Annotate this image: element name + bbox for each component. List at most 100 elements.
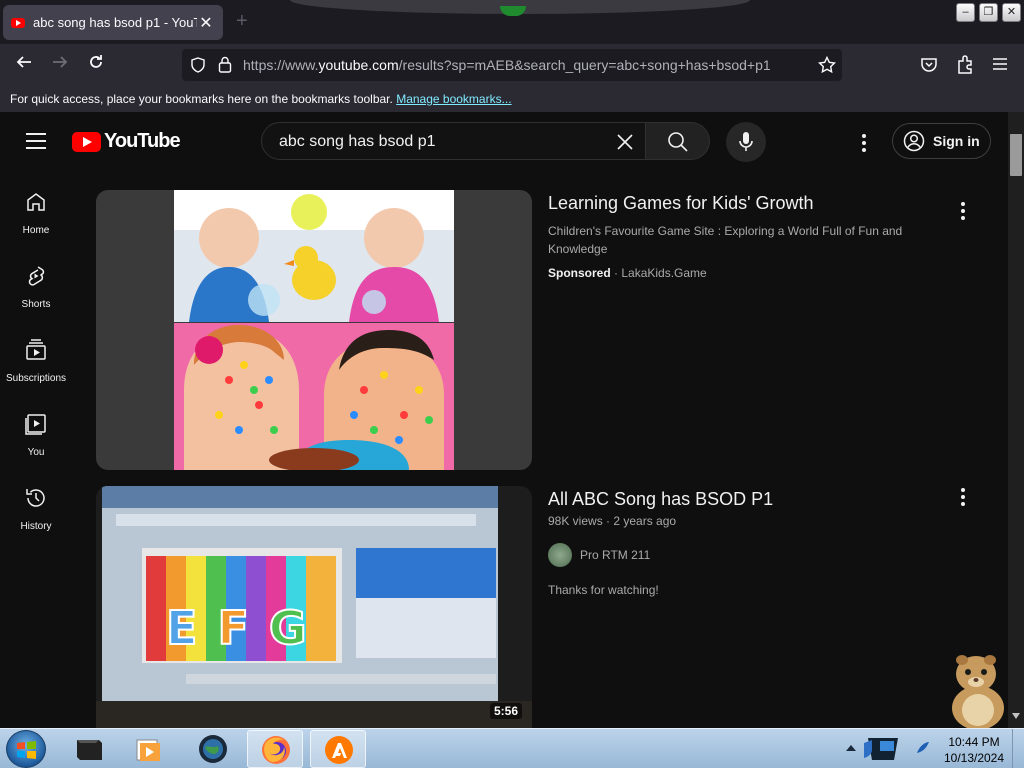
page-scrollbar[interactable] — [1008, 112, 1024, 728]
microphone-icon — [739, 132, 753, 151]
pocket-icon[interactable] — [920, 56, 938, 74]
close-window-button[interactable]: ✕ — [1002, 3, 1021, 22]
clear-search-icon[interactable] — [615, 132, 635, 152]
video-duration-badge: 5:56 — [490, 703, 523, 719]
windows-logo-icon — [17, 741, 36, 759]
sidebar-item-subscriptions[interactable]: Subscriptions — [0, 338, 72, 384]
taskbar: 10:44 PM 10/13/2024 — [0, 728, 1024, 768]
scroll-down-icon[interactable] — [1012, 712, 1020, 720]
youtube-wordmark: YouTube — [104, 130, 181, 152]
taskbar-app-firefox[interactable] — [247, 730, 303, 768]
titlebar-ornament-light — [500, 6, 526, 16]
ad-description: Children's Favourite Game Site : Explori… — [548, 224, 903, 256]
manage-bookmarks-link[interactable]: Manage bookmarks... — [396, 92, 511, 106]
channel-avatar[interactable] — [548, 543, 572, 567]
maximize-window-button[interactable]: ❐ — [979, 3, 998, 22]
sidebar-label: You — [27, 447, 45, 458]
your-channel-icon — [25, 414, 46, 435]
bookmarks-toolbar: For quick access, place your bookmarks h… — [0, 86, 1024, 112]
shield-icon — [191, 57, 205, 73]
show-desktop-button[interactable] — [1012, 729, 1024, 768]
history-icon — [26, 489, 45, 507]
system-tray-security-icon[interactable] — [862, 735, 910, 763]
sponsored-label: Sponsored — [548, 266, 611, 280]
hamster-desktop-pet-image — [952, 655, 1004, 728]
firefox-icon — [262, 736, 290, 764]
home-icon — [27, 193, 45, 211]
show-hidden-icons-icon[interactable] — [846, 744, 856, 752]
url-text[interactable]: https://www.youtube.com/results?sp=mAEB&… — [243, 57, 771, 73]
tab-title: abc song has bsod p1 - YouTube — [33, 15, 197, 30]
taskbar-clock[interactable]: 10:44 PM 10/13/2024 — [938, 734, 1010, 766]
scrollbar-thumb[interactable] — [1010, 134, 1022, 176]
reload-icon — [90, 55, 102, 68]
sidebar-item-home[interactable]: Home — [0, 190, 72, 236]
search-input[interactable]: abc song has bsod p1 — [261, 122, 646, 160]
address-bar[interactable]: https://www.youtube.com/results?sp=mAEB&… — [182, 49, 842, 81]
reload-button[interactable] — [84, 53, 108, 77]
avast-icon — [325, 736, 353, 764]
sign-in-label: Sign in — [933, 133, 980, 149]
ad-more-actions-icon[interactable] — [961, 202, 965, 223]
video-thumbnail-image — [96, 486, 532, 728]
youtube-logo[interactable]: YouTube — [72, 130, 181, 153]
search-query-text: abc song has bsod p1 — [279, 133, 436, 150]
new-tab-button[interactable]: + — [236, 10, 248, 33]
taskbar-app-media-player[interactable] — [120, 730, 176, 768]
thumbnail-letters: E F G — [165, 600, 308, 656]
search-icon — [668, 132, 688, 152]
screen: abc song has bsod p1 - YouTube ✕ + – ❐ ✕… — [0, 0, 1024, 768]
browser-tab-strip: abc song has bsod p1 - YouTube ✕ + – ❐ ✕ — [0, 0, 1024, 44]
ad-sponsor-line: Sponsored · LakaKids.Game — [548, 266, 707, 280]
bookmarks-hint: For quick access, place your bookmarks h… — [10, 92, 393, 106]
video-more-actions-icon[interactable] — [961, 488, 965, 509]
terminal-app-icon — [77, 740, 102, 760]
channel-name[interactable]: Pro RTM 211 — [580, 548, 650, 562]
thumb-letter: G — [268, 600, 308, 656]
sidebar-label: History — [20, 521, 52, 532]
ad-thumbnail[interactable] — [96, 190, 532, 470]
minimize-window-button[interactable]: – — [956, 3, 975, 22]
voice-search-button[interactable] — [726, 122, 766, 162]
browser-tab-active[interactable]: abc song has bsod p1 - YouTube ✕ — [3, 5, 223, 40]
account-icon — [903, 130, 925, 152]
media-player-icon — [136, 739, 160, 761]
menu-icon[interactable] — [992, 57, 1008, 71]
settings-more-icon[interactable] — [862, 134, 866, 155]
thumb-letter: F — [216, 600, 249, 656]
guide-menu-icon[interactable] — [26, 133, 46, 149]
youtube-favicon-icon — [11, 17, 25, 28]
start-button[interactable] — [6, 730, 46, 768]
video-title[interactable]: All ABC Song has BSOD P1 — [548, 489, 773, 510]
taskbar-app-avast[interactable] — [310, 730, 366, 768]
advertiser-name[interactable]: · LakaKids.Game — [614, 266, 707, 280]
ad-title[interactable]: Learning Games for Kids' Growth — [548, 193, 814, 214]
youtube-header: YouTube abc song has bsod p1 Sign in — [0, 112, 1008, 170]
sign-in-button[interactable]: Sign in — [892, 123, 991, 159]
thumb-letter: E — [165, 600, 198, 656]
url-domain: youtube.com — [318, 57, 399, 73]
youtube-page: YouTube abc song has bsod p1 Sign in Hom… — [0, 112, 1008, 728]
back-button[interactable] — [12, 53, 36, 77]
search-button[interactable] — [646, 122, 710, 160]
taskbar-app-terminal[interactable] — [60, 730, 116, 768]
arrow-left-icon — [16, 56, 31, 68]
forward-button[interactable] — [48, 53, 72, 77]
video-thumbnail[interactable]: E F G — [96, 486, 532, 728]
ad-thumbnail-image — [174, 190, 454, 470]
url-path: /results?sp=mAEB&search_query=abc+song+h… — [398, 57, 771, 73]
sidebar-item-history[interactable]: History — [0, 486, 72, 532]
video-metadata: 98K views · 2 years ago — [548, 514, 677, 528]
network-icon[interactable] — [914, 739, 932, 757]
close-tab-icon[interactable]: ✕ — [197, 13, 215, 33]
sidebar-label: Shorts — [21, 299, 51, 310]
channel-link[interactable]: Pro RTM 211 — [548, 543, 650, 567]
sidebar-item-shorts[interactable]: Shorts — [0, 264, 72, 310]
bookmark-star-icon[interactable] — [818, 56, 836, 74]
sidebar-item-you[interactable]: You — [0, 412, 72, 458]
sidebar-label: Home — [22, 225, 50, 236]
extensions-icon[interactable] — [956, 55, 974, 75]
shorts-icon — [28, 266, 45, 286]
clock-time: 10:44 PM — [948, 735, 1000, 749]
taskbar-app-globe[interactable] — [185, 730, 241, 768]
